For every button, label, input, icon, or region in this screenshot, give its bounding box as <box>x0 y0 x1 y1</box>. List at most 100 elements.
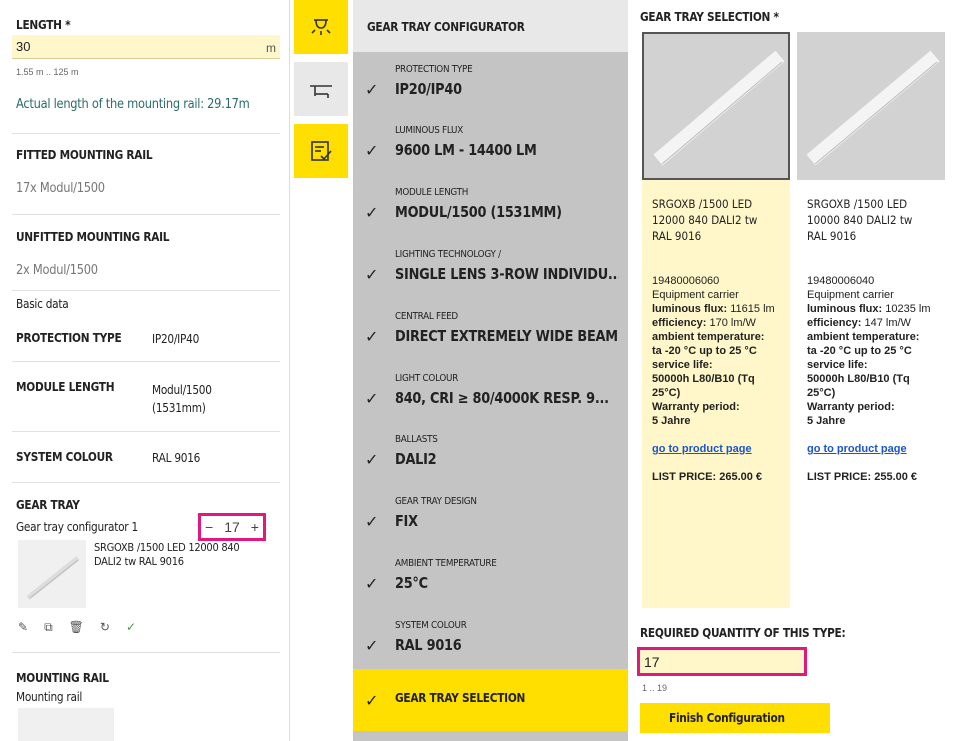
step-light-colour[interactable]: ✓ LIGHT COLOUR 840, CRI ≥ 80/4000K RESP.… <box>353 365 628 427</box>
flux-value: 10235 lm <box>885 303 931 315</box>
step-value: 9600 LM - 14400 LM <box>395 141 537 159</box>
product-code: 19480006040 <box>807 275 875 287</box>
confirm-icon[interactable]: ✓ <box>126 620 136 635</box>
flux-value: 11615 lm <box>730 303 775 315</box>
step-ambient-temperature[interactable]: ✓ AMBIENT TEMPERATURE 25°C <box>353 550 628 612</box>
life-label: service life: <box>652 359 713 371</box>
check-icon: ✓ <box>365 82 379 99</box>
step-value: 840, CRI ≥ 80/4000K RESP. 9... <box>395 389 609 407</box>
product-page-link[interactable]: go to product page <box>807 442 935 456</box>
ambient-value: ta -20 °C up to 25 °C <box>807 345 912 357</box>
warranty-label: Warranty period: <box>807 401 895 413</box>
step-value: MODUL/1500 (1531MM) <box>395 203 562 221</box>
product-image <box>797 32 945 180</box>
basic-data-label: Basic data <box>16 297 69 311</box>
checklist-nav-button[interactable] <box>294 124 348 178</box>
configurator-title: GEAR TRAY CONFIGURATOR <box>367 20 525 34</box>
step-value: IP20/IP40 <box>395 80 462 98</box>
lamp-nav-button[interactable] <box>294 0 348 54</box>
step-gear-tray-selection[interactable]: ✓ GEAR TRAY SELECTION <box>353 669 628 731</box>
quantity-value: 17 <box>224 519 240 535</box>
unfitted-rail-label: UNFITTED MOUNTING RAIL <box>16 230 170 244</box>
rail-nav-button[interactable] <box>294 62 348 116</box>
product-image <box>642 32 790 180</box>
reset-icon[interactable]: ↻ <box>100 620 110 635</box>
check-icon: ✓ <box>365 514 379 531</box>
edit-icon[interactable]: ✎ <box>18 620 28 635</box>
product-page-link[interactable]: go to product page <box>652 442 780 456</box>
ambient-label: ambient temperature: <box>652 331 765 343</box>
warranty-value: 5 Jahre <box>807 415 846 427</box>
finish-configuration-button[interactable]: Finish Configuration <box>640 703 830 733</box>
summary-panel: LENGTH * 30 m 1.55 m .. 125 m Actual len… <box>0 0 290 741</box>
gear-tray-label: GEAR TRAY <box>16 498 80 512</box>
step-name: SYSTEM COLOUR <box>395 620 467 631</box>
mounting-rail-icon <box>310 85 332 98</box>
required-quantity-range: 1 .. 19 <box>642 683 668 693</box>
gear-configurator-label: Gear tray configurator 1 <box>16 520 138 534</box>
delete-icon[interactable]: 🗑 <box>69 620 84 635</box>
step-gear-tray-design[interactable]: ✓ GEAR TRAY DESIGN FIX <box>353 488 628 550</box>
prop-protection-name: PROTECTION TYPE <box>16 331 122 345</box>
gear-actions: ✎ ⧉ 🗑 ↻ ✓ <box>18 620 136 635</box>
plus-button[interactable]: + <box>251 519 259 535</box>
prop-system-colour-value: RAL 9016 <box>152 451 201 465</box>
gear-tray-thumbnail <box>18 540 86 608</box>
step-ballasts[interactable]: ✓ BALLASTS DALI2 <box>353 426 628 488</box>
copy-icon[interactable]: ⧉ <box>44 620 53 635</box>
product-name: SRGOXB /1500 LED 10000 840 DALI2 tw RAL … <box>807 197 913 243</box>
divider <box>12 214 280 215</box>
selection-panel: GEAR TRAY SELECTION * SRGOXB /1500 LED 1… <box>628 0 960 741</box>
step-list: GEAR TRAY CONFIGURATOR ✓ PROTECTION TYPE… <box>353 0 628 741</box>
efficiency-label: efficiency: <box>807 317 862 329</box>
gear-quantity-stepper[interactable]: − 17 + <box>198 513 266 541</box>
gear-item-name: SRGOXB /1500 LED 12000 840 DALI2 tw RAL … <box>94 541 240 568</box>
step-name: LUMINOUS FLUX <box>395 125 463 136</box>
step-lighting-technology[interactable]: ✓ LIGHTING TECHNOLOGY / SINGLE LENS 3-RO… <box>353 241 628 303</box>
steps-header: GEAR TRAY CONFIGURATOR <box>353 0 628 52</box>
divider <box>12 652 280 653</box>
step-module-length[interactable]: ✓ MODULE LENGTH MODUL/1500 (1531MM) <box>353 179 628 241</box>
life-label: service life: <box>807 359 868 371</box>
list-price: LIST PRICE: 255.00 € <box>807 471 918 483</box>
step-value: RAL 9016 <box>395 636 462 654</box>
efficiency-label: efficiency: <box>652 317 707 329</box>
product-name: SRGOXB /1500 LED 12000 840 DALI2 tw RAL … <box>652 197 758 243</box>
step-name: LIGHTING TECHNOLOGY / <box>395 249 501 260</box>
minus-button[interactable]: − <box>205 519 213 535</box>
step-value: FIX <box>395 512 418 530</box>
product-card[interactable]: SRGOXB /1500 LED 10000 840 DALI2 tw RAL … <box>797 32 945 494</box>
divider <box>12 361 280 362</box>
check-icon: ✓ <box>365 205 379 222</box>
ambient-value: ta -20 °C up to 25 °C <box>652 345 757 357</box>
step-name: GEAR TRAY DESIGN <box>395 496 477 507</box>
required-quantity-input[interactable]: 17 <box>637 647 807 676</box>
step-value: DIRECT EXTREMELY WIDE BEAM <box>395 327 618 345</box>
product-code: 19480006060 <box>652 275 720 287</box>
list-price: LIST PRICE: 265.00 € <box>652 471 763 483</box>
configurator-nav <box>290 0 353 741</box>
check-icon: ✓ <box>365 329 379 346</box>
length-label: LENGTH * <box>16 18 71 32</box>
step-system-colour[interactable]: ✓ SYSTEM COLOUR RAL 9016 <box>353 612 628 674</box>
length-unit: m <box>266 41 276 55</box>
step-central-feed[interactable]: ✓ CENTRAL FEED DIRECT EXTREMELY WIDE BEA… <box>353 303 628 365</box>
step-protection-type[interactable]: ✓ PROTECTION TYPE IP20/IP40 <box>353 56 628 118</box>
step-name: AMBIENT TEMPERATURE <box>395 558 497 569</box>
step-value: SINGLE LENS 3-ROW INDIVIDU... <box>395 265 619 283</box>
flux-label: luminous flux: <box>652 303 728 315</box>
step-luminous-flux[interactable]: ✓ LUMINOUS FLUX 9600 LM - 14400 LM <box>353 117 628 179</box>
warranty-value: 5 Jahre <box>652 415 691 427</box>
length-input[interactable]: 30 m <box>12 35 280 59</box>
check-icon: ✓ <box>365 143 379 160</box>
check-icon: ✓ <box>365 693 379 710</box>
step-name: MODULE LENGTH <box>395 187 469 198</box>
divider <box>12 482 280 483</box>
product-type: Equipment carrier <box>652 289 739 301</box>
divider <box>12 133 280 134</box>
life-value: 50000h L80/B10 (Tq 25°C) <box>652 373 755 399</box>
prop-module-length-name: MODULE LENGTH <box>16 380 115 394</box>
product-card[interactable]: SRGOXB /1500 LED 12000 840 DALI2 tw RAL … <box>642 32 790 608</box>
prop-system-colour-name: SYSTEM COLOUR <box>16 450 113 464</box>
unfitted-rail-value: 2x Modul/1500 <box>16 263 98 278</box>
